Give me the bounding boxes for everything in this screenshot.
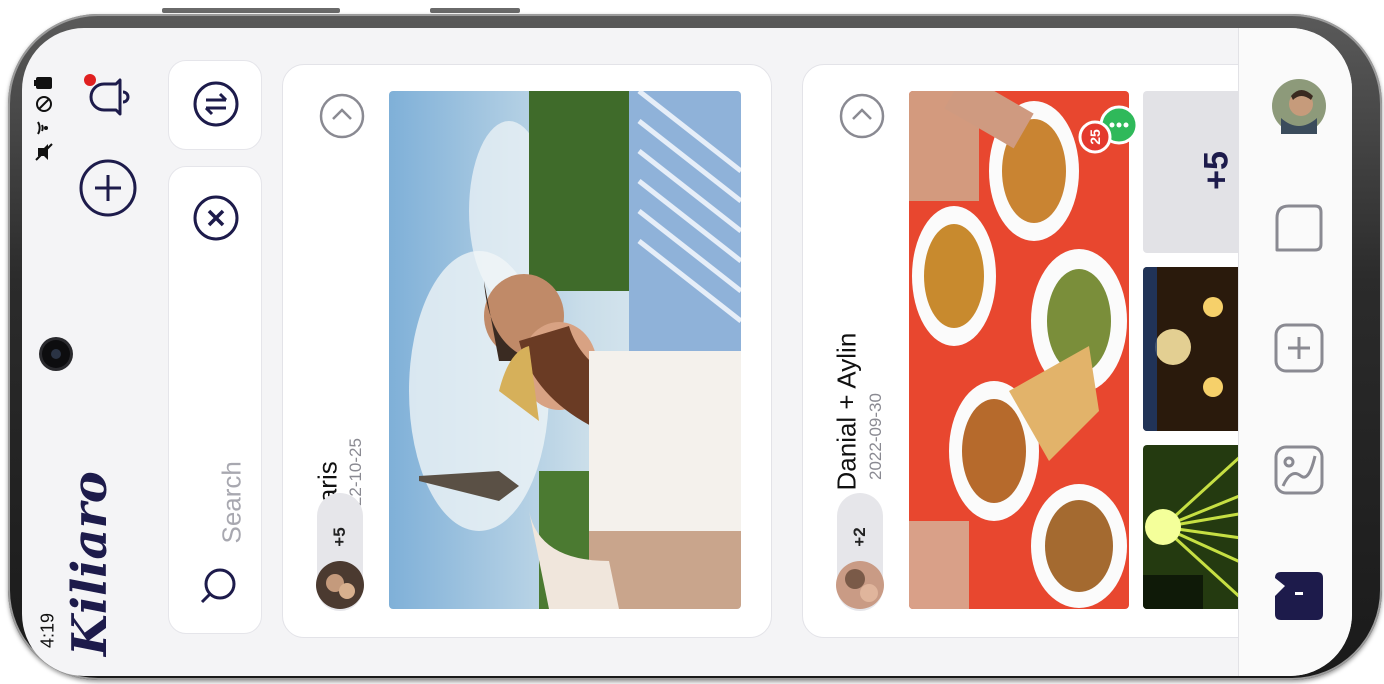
comments-icon [1078,105,1139,154]
wifi-icon [37,121,48,135]
add-album-icon[interactable] [1271,320,1327,376]
food-table-image [909,91,1129,609]
chevron-up-circle-icon[interactable] [319,93,365,139]
volume-button [162,8,340,13]
notification-dot [84,74,96,86]
app-logo: Kiliaro [62,471,118,656]
power-button [430,8,520,13]
front-camera [42,340,70,368]
do-not-disturb-icon [36,96,52,112]
account-tab-icon[interactable] [1271,568,1327,624]
status-time: 4:19 [37,612,58,649]
search-placeholder: Search [216,461,247,544]
bell-icon[interactable] [80,70,134,124]
search-icon [200,568,236,604]
album-cover-photo[interactable] [909,91,1129,609]
extra-members-count: +2 [850,527,869,547]
album-card[interactable]: 25 +5 Danial + Aylin 2022-09-30 +2 [802,64,1292,638]
comment-count: 25 [1087,129,1103,145]
close-circle-icon[interactable] [192,194,240,242]
swap-circle-icon[interactable] [192,80,240,128]
plus-circle-icon[interactable] [78,158,138,218]
mute-icon [35,143,53,161]
members-pill[interactable]: +5 [311,493,369,613]
extra-members-count: +5 [330,527,349,547]
chevron-up-circle-icon[interactable] [839,93,885,139]
bottom-navigation [1238,28,1352,676]
profile-avatar[interactable] [1271,78,1327,134]
album-card[interactable]: Paris 2022-10-25 +5 [282,64,772,638]
app-screen: 4:19 Kiliaro Search Paris 2022-10-25 +5 … [22,28,1352,676]
album-cover-photo[interactable] [389,91,741,609]
members-pill[interactable]: +2 [831,493,889,613]
phone-frame: 4:19 Kiliaro Search Paris 2022-10-25 +5 … [8,14,1382,680]
album-date: 2022-09-30 [866,393,885,480]
albums-icon[interactable] [1271,200,1327,256]
status-icons [34,76,56,166]
album-title: Danial + Aylin [831,332,862,491]
comment-badge[interactable]: 25 [1075,103,1143,166]
paris-selfie-image [389,91,741,609]
more-photos-count: +5 [1197,151,1236,190]
battery-icon [34,77,52,89]
gallery-icon[interactable] [1271,442,1327,498]
